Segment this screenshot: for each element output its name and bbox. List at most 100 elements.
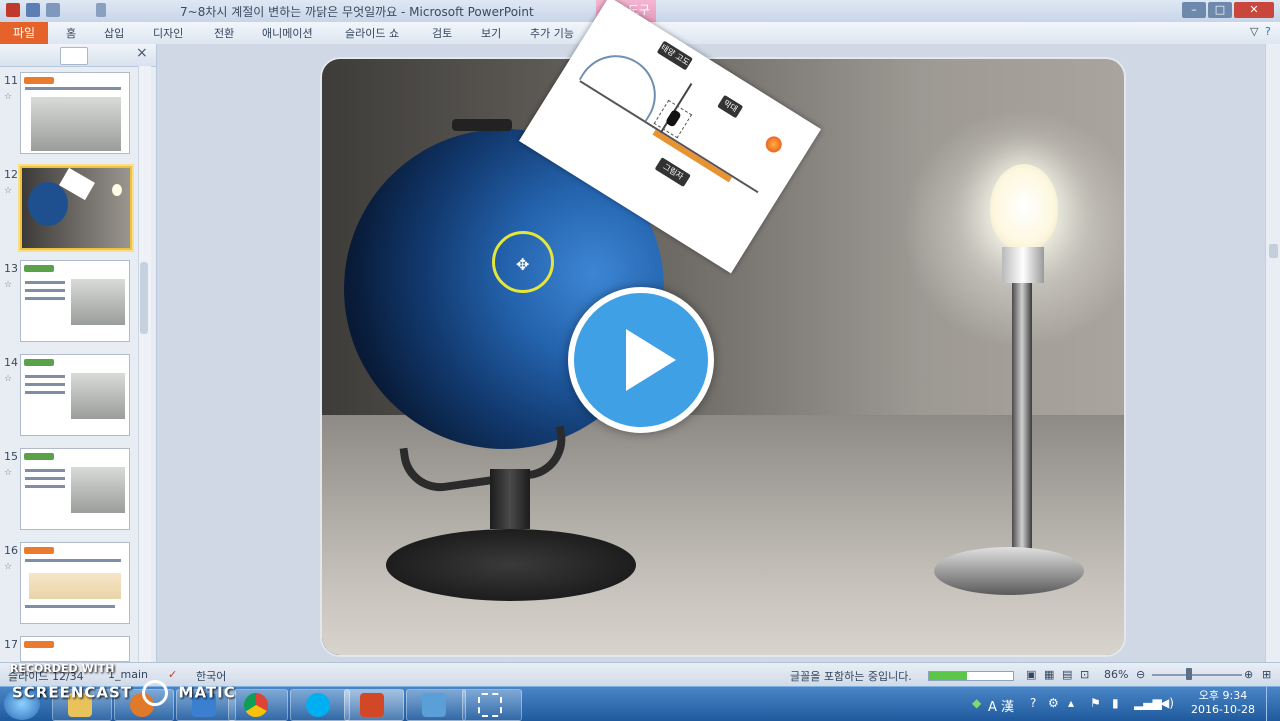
- diagram-label: 태양 고도: [656, 40, 693, 71]
- tab-transitions[interactable]: 전환: [214, 25, 234, 41]
- customize-quick-access-icon[interactable]: [96, 3, 106, 17]
- chrome-icon: [244, 693, 268, 717]
- taskbar-powerpoint[interactable]: [344, 689, 404, 721]
- slide-number: 11: [4, 74, 18, 87]
- tab-review[interactable]: 검토: [432, 25, 452, 41]
- tab-add-ins[interactable]: 추가 기능: [530, 25, 574, 41]
- video-play-button[interactable]: [568, 287, 714, 433]
- diagram-label: 막대: [717, 94, 744, 119]
- slide-number: 14: [4, 356, 18, 369]
- taskbar-chrome[interactable]: [228, 689, 288, 721]
- maximize-button[interactable]: □: [1208, 2, 1232, 18]
- thumb-text-line: [25, 391, 65, 394]
- thumb-header: [24, 547, 54, 554]
- shield-icon[interactable]: ◆: [972, 696, 981, 710]
- editor-scroll-thumb[interactable]: [1269, 244, 1278, 258]
- slide-thumbnail-12[interactable]: [20, 166, 132, 250]
- clock[interactable]: 오후 9:34 2016-10-28: [1188, 689, 1258, 717]
- taskbar-skype[interactable]: [290, 689, 350, 721]
- slides-panel-scroll-thumb[interactable]: [140, 262, 148, 334]
- zoom-slider-knob[interactable]: [1186, 668, 1192, 680]
- tab-slideshow[interactable]: 슬라이드 쇼: [345, 25, 399, 41]
- zoom-in-icon[interactable]: ⊕: [1244, 668, 1253, 681]
- battery-icon[interactable]: ▮: [1112, 696, 1119, 710]
- tab-insert[interactable]: 삽입: [104, 25, 124, 41]
- taskbar-notes[interactable]: [406, 689, 466, 721]
- tab-view[interactable]: 보기: [481, 25, 501, 41]
- minimize-button[interactable]: –: [1182, 2, 1206, 18]
- zoom-slider[interactable]: [1152, 674, 1242, 676]
- thumb-text-line: [25, 87, 121, 90]
- progress-bar: [928, 671, 1014, 681]
- slide-thumbnail-14[interactable]: [20, 354, 130, 436]
- watermark-logo: SCREENCAST MATIC: [12, 680, 236, 706]
- slideshow-view-icon[interactable]: ⊡: [1080, 668, 1089, 681]
- thumb-header: [24, 77, 54, 84]
- star-icon: ☆: [4, 186, 13, 196]
- light-bulb-image[interactable]: [990, 164, 1058, 250]
- slide-number: 15: [4, 450, 18, 463]
- slide-number: 17: [4, 638, 18, 651]
- zoom-level[interactable]: 86%: [1104, 668, 1128, 681]
- tab-animations[interactable]: 애니메이션: [262, 25, 313, 41]
- editor-vertical-scrollbar[interactable]: [1265, 44, 1280, 662]
- star-icon: ☆: [4, 562, 13, 572]
- slides-panel-scrollbar[interactable]: [138, 66, 151, 662]
- thumb-image: [31, 97, 121, 151]
- ime-help-icon[interactable]: ?: [1030, 696, 1036, 710]
- undo-icon[interactable]: [46, 3, 60, 17]
- play-icon: [626, 329, 676, 391]
- slide-thumbnail-15[interactable]: [20, 448, 130, 530]
- slide-number: 13: [4, 262, 18, 275]
- volume-icon[interactable]: ◀): [1160, 696, 1174, 710]
- status-message: 글꼴을 포함하는 중입니다.: [790, 670, 912, 683]
- powerpoint-icon: [360, 693, 384, 717]
- show-desktop-button[interactable]: [1266, 687, 1279, 721]
- zoom-out-icon[interactable]: ⊖: [1136, 668, 1145, 681]
- slide-sorter-icon[interactable]: ▦: [1044, 668, 1054, 681]
- snipping-icon: [478, 693, 502, 717]
- star-icon: ☆: [4, 374, 13, 384]
- thumb-text-line: [25, 281, 65, 284]
- slide-thumbnail-17[interactable]: [20, 636, 130, 662]
- ribbon-collapse-icon[interactable]: ▽: [1250, 25, 1258, 38]
- globe-axis-cap: [452, 119, 512, 131]
- slides-tab[interactable]: [60, 47, 88, 65]
- tab-home[interactable]: 홈: [66, 25, 76, 41]
- slide-thumbnail-11[interactable]: [20, 72, 130, 154]
- star-icon: ☆: [4, 280, 13, 290]
- skype-icon: [306, 693, 330, 717]
- thumb-table: [29, 573, 121, 599]
- flag-icon[interactable]: ⚑: [1090, 696, 1101, 710]
- thumb-header: [24, 453, 54, 460]
- thumb-globe: [28, 182, 68, 226]
- save-icon[interactable]: [26, 3, 40, 17]
- notes-icon: [422, 693, 446, 717]
- document-title: 7~8차시 계절이 변하는 까닭은 무엇일까요 - Microsoft Powe…: [180, 5, 534, 19]
- help-icon[interactable]: ?: [1265, 25, 1271, 38]
- ime-settings-icon[interactable]: ⚙: [1048, 696, 1059, 710]
- taskbar-snipping[interactable]: [462, 689, 522, 721]
- thumb-text-line: [25, 375, 65, 378]
- close-button[interactable]: ✕: [1234, 2, 1274, 18]
- powerpoint-app-icon[interactable]: [6, 3, 20, 17]
- watermark-line1: RECORDED WITH: [10, 662, 115, 675]
- normal-view-icon[interactable]: ▣: [1026, 668, 1036, 681]
- person-silhouette-icon: [664, 108, 682, 128]
- ime-indicator[interactable]: A 漢: [988, 696, 1014, 715]
- tab-design[interactable]: 디자인: [153, 25, 183, 41]
- thumb-text-line: [25, 297, 65, 300]
- thumb-text-line: [25, 559, 121, 562]
- tray-expand-icon[interactable]: ▴: [1068, 696, 1074, 710]
- thumb-text-line: [25, 469, 65, 472]
- clock-date: 2016-10-28: [1191, 703, 1255, 716]
- slide-thumbnail-13[interactable]: [20, 260, 130, 342]
- slide-number: 12: [4, 168, 18, 181]
- panel-close-icon[interactable]: ×: [136, 45, 148, 61]
- fit-to-window-icon[interactable]: ⊞: [1262, 668, 1271, 681]
- tab-file[interactable]: 파일: [0, 22, 48, 44]
- slide-thumbnail-16[interactable]: [20, 542, 130, 624]
- thumb-header: [24, 359, 54, 366]
- network-icon[interactable]: ▂▄▆: [1134, 696, 1162, 710]
- reading-view-icon[interactable]: ▤: [1062, 668, 1072, 681]
